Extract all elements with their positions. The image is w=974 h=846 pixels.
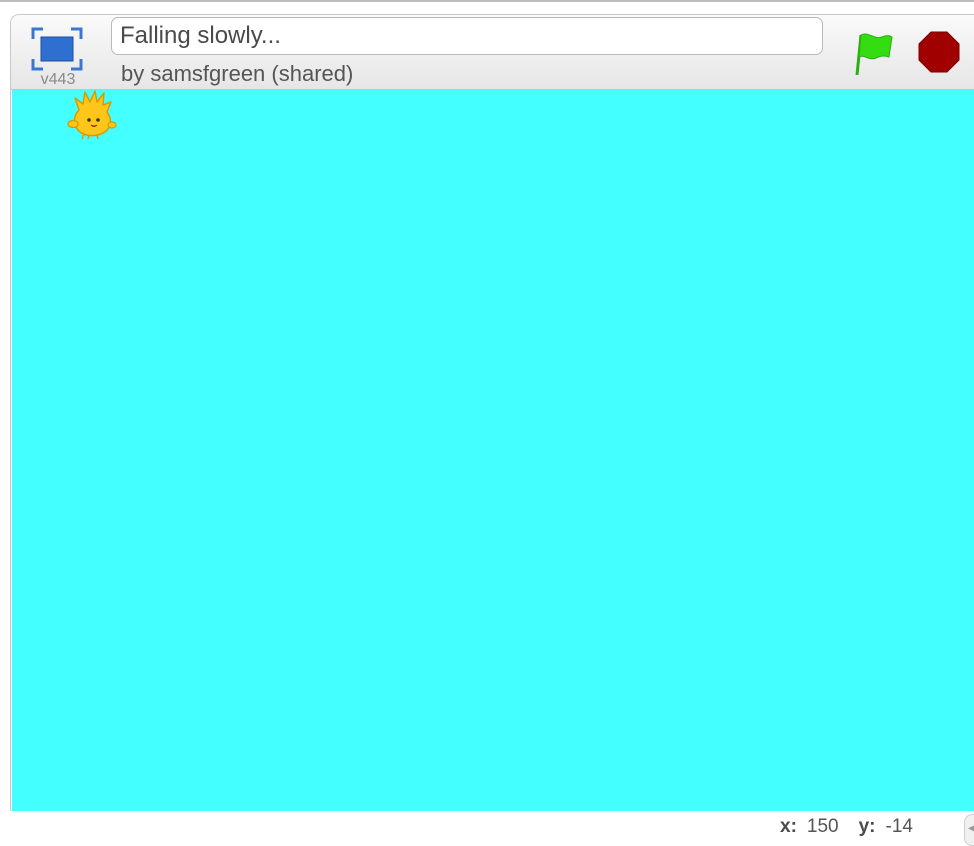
gobo-sprite-icon[interactable] [67,90,117,140]
stop-sign-icon [918,31,960,73]
mouse-coordinates: x: 150 y: -14 [780,816,913,838]
project-title-input[interactable] [111,17,823,55]
x-coordinate-label: x: [780,816,797,837]
x-coordinate-value: 150 [806,816,839,837]
green-flag-icon [855,33,893,76]
player-frame: v443 by samsfgreen (shared) [10,14,974,811]
fullscreen-button[interactable]: v443 [29,25,85,89]
stage-canvas[interactable] [12,90,974,811]
green-flag-button[interactable] [851,29,897,82]
stop-button[interactable] [916,29,962,80]
y-coordinate-value: -14 [885,816,913,837]
collapse-tab[interactable]: ◀ [964,814,974,846]
y-coordinate-label: y: [858,816,876,837]
top-divider [0,0,974,2]
version-label: v443 [40,71,76,88]
fullscreen-icon [31,27,83,71]
chevron-left-icon: ◀ [968,823,974,834]
project-author-byline: by samsfgreen (shared) [121,61,354,86]
player-header: v443 by samsfgreen (shared) [11,15,974,90]
